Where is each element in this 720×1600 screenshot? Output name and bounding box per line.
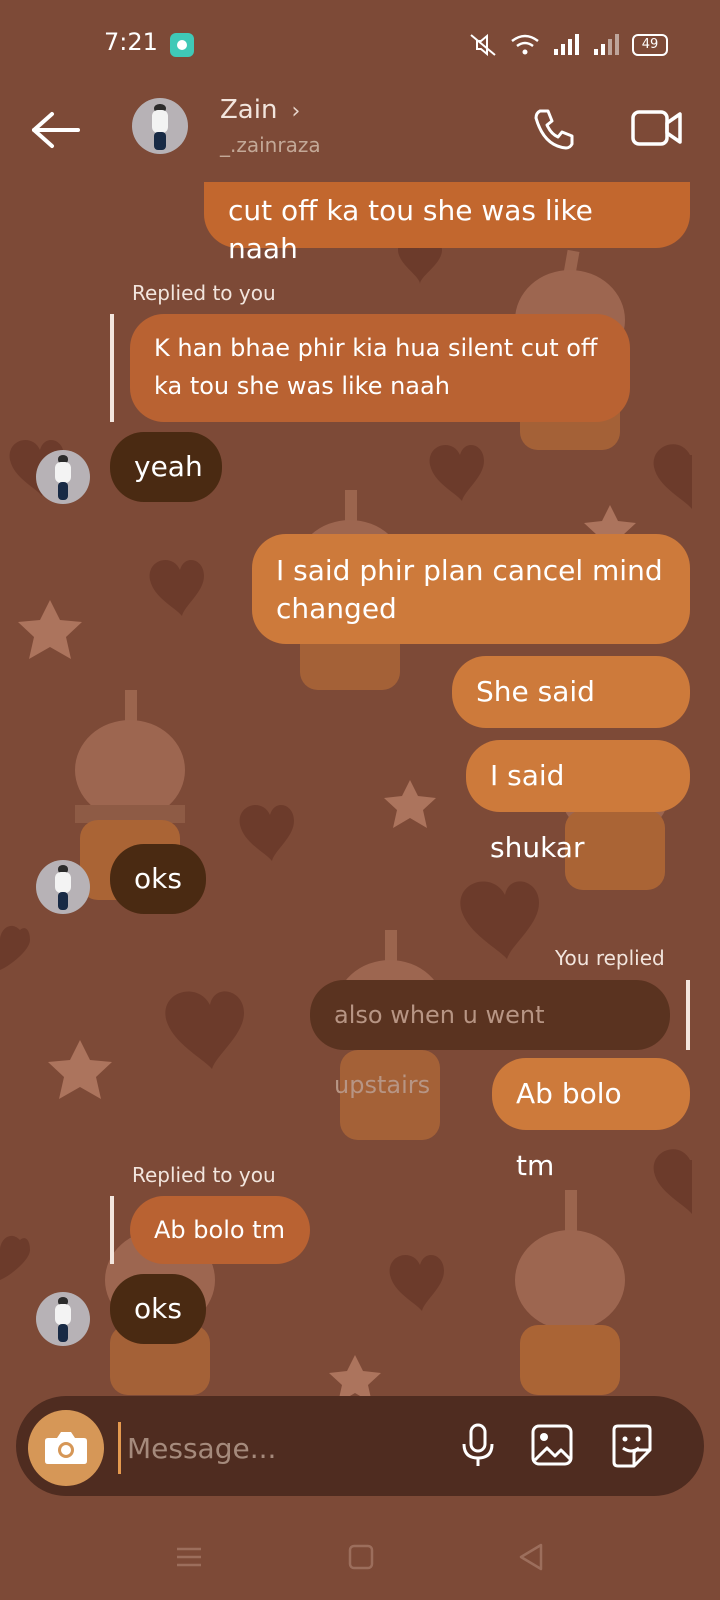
gallery-icon[interactable] (530, 1422, 574, 1470)
contact-name[interactable]: Zain › (220, 95, 300, 125)
video-call-icon[interactable] (630, 106, 684, 150)
quoted-message[interactable]: K han bhae phir kia hua silent cut off k… (130, 314, 630, 422)
phone-call-icon[interactable] (530, 105, 578, 153)
sticker-icon[interactable] (610, 1422, 654, 1470)
contact-username: _.zainraza (220, 133, 321, 157)
header-avatar[interactable] (132, 98, 188, 154)
reply-indicator-bar (110, 314, 114, 422)
you-replied-label: You replied (555, 946, 665, 970)
replied-to-you-label: Replied to you (132, 281, 276, 305)
message-outgoing[interactable]: I said shukar (466, 740, 690, 864)
status-bar: 7:21 49 (0, 0, 720, 90)
camera-icon (45, 1432, 87, 1464)
message-outgoing[interactable]: She said yess (452, 656, 690, 780)
sender-avatar[interactable] (36, 860, 90, 914)
signal-icon-2 (594, 34, 619, 55)
mute-icon (470, 33, 496, 57)
quoted-message[interactable]: also when u went upstairs (310, 980, 670, 1099)
replied-to-you-label: Replied to you (132, 1163, 276, 1187)
microphone-icon[interactable] (456, 1422, 500, 1470)
status-time: 7:21 (104, 28, 158, 56)
back-nav-icon[interactable] (516, 1542, 546, 1572)
menu-icon[interactable] (174, 1542, 204, 1572)
message-incoming[interactable]: yeah (110, 432, 222, 502)
chevron-right-icon: › (291, 99, 301, 124)
message-input[interactable] (118, 1422, 449, 1474)
status-icons: 49 (468, 30, 668, 60)
message-incoming[interactable]: oks (110, 1274, 206, 1344)
home-icon[interactable] (346, 1542, 376, 1572)
message-outgoing-partial[interactable]: cut off ka tou she was like naah (204, 182, 690, 265)
quoted-message[interactable]: Ab bolo tm (130, 1196, 310, 1264)
app-notification-icon (170, 33, 194, 57)
sender-avatar[interactable] (36, 450, 90, 504)
message-outgoing[interactable]: Ab bolo tm (492, 1058, 690, 1182)
reply-indicator-bar (110, 1196, 114, 1264)
camera-button[interactable] (28, 1410, 104, 1486)
back-arrow-icon[interactable] (30, 110, 84, 150)
signal-icon (554, 34, 579, 55)
system-navigation-bar (0, 1530, 720, 1600)
reply-indicator-bar (686, 980, 690, 1050)
message-incoming[interactable]: oks (110, 844, 206, 914)
battery-indicator: 49 (632, 34, 668, 56)
message-outgoing[interactable]: I said phir plan cancel mind changed (252, 534, 690, 644)
wifi-icon (511, 34, 539, 55)
sender-avatar[interactable] (36, 1292, 90, 1346)
